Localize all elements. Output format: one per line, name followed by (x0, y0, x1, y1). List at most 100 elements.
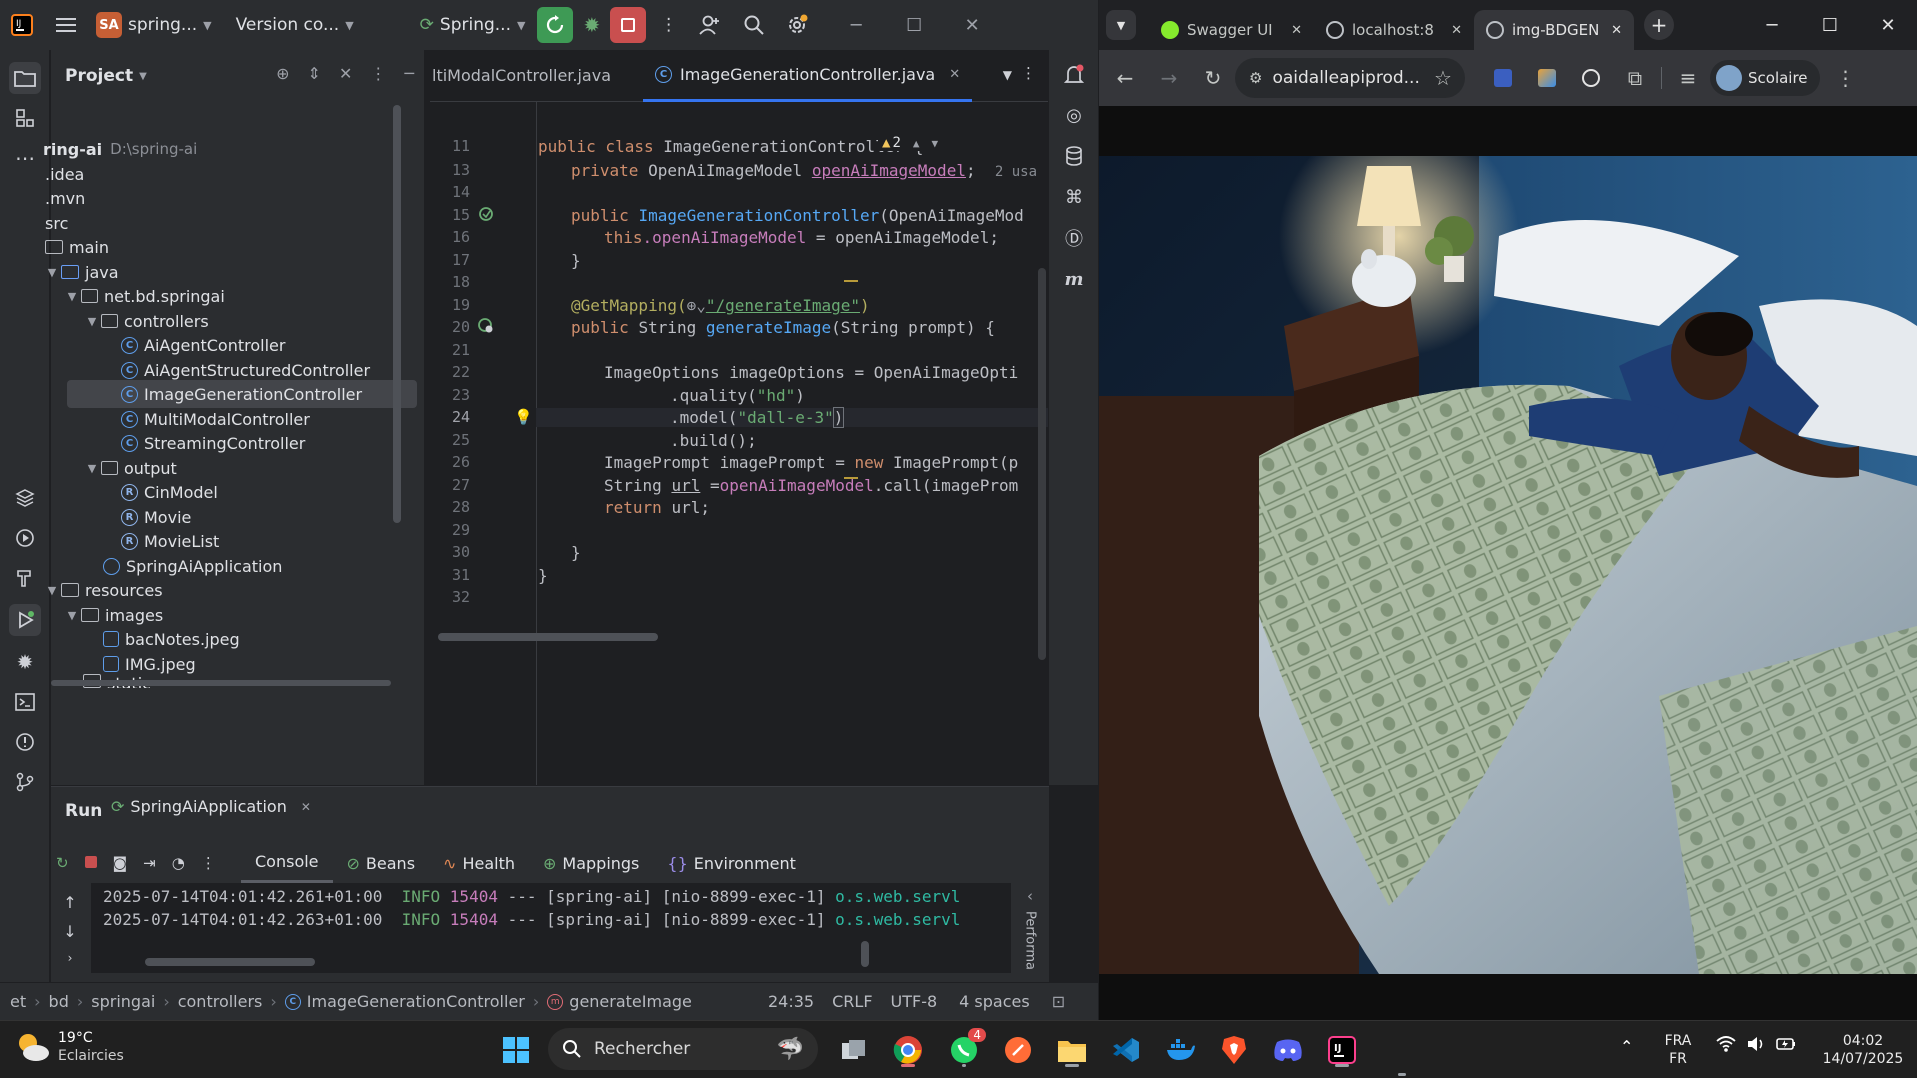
more-options-icon[interactable]: ⋮ (201, 854, 216, 872)
debug-button[interactable]: ✹ (577, 0, 606, 50)
generated-image[interactable] (1099, 156, 1917, 974)
d-plugin-icon[interactable]: Ⓓ (1059, 223, 1089, 253)
chevron-right-icon[interactable]: › (68, 951, 73, 965)
close-button[interactable]: ✕ (1859, 0, 1917, 50)
problems-tool-icon[interactable] (9, 726, 41, 758)
extension-colorful-icon[interactable] (1525, 56, 1569, 100)
project-scrollbar[interactable] (393, 105, 401, 523)
tab-options-icon[interactable]: ⋮ (1021, 64, 1036, 82)
structure-tool-icon[interactable] (9, 102, 41, 134)
spring-bean-gutter-icon[interactable] (478, 206, 494, 222)
notifications-bell-icon[interactable] (1059, 60, 1089, 90)
tree-item-record[interactable]: R MovieList (121, 527, 219, 555)
line-separator[interactable]: CRLF (832, 992, 872, 1011)
discord-taskbar-icon[interactable] (1268, 1030, 1308, 1070)
intellij-logo-icon[interactable]: IJ (0, 0, 44, 50)
stop-button[interactable] (606, 0, 650, 50)
close-tab-icon[interactable]: ✕ (1451, 23, 1462, 38)
postman-taskbar-icon[interactable] (998, 1030, 1038, 1070)
minimize-button[interactable]: ─ (827, 0, 885, 50)
warning-marker[interactable] (844, 280, 858, 282)
media-queue-icon[interactable]: ≡ (1666, 56, 1710, 100)
tree-item-image-file[interactable]: bacNotes.jpeg (103, 625, 240, 653)
tree-item-root[interactable]: ring-ai D:\spring-ai (43, 135, 197, 163)
chevron-down-icon[interactable]: ▼ (83, 462, 101, 475)
run-tab-spring-ai-application[interactable]: ⟳ SpringAiApplication ✕ (111, 797, 311, 816)
project-tool-icon[interactable] (9, 62, 41, 94)
scroll-down-arrow-icon[interactable]: ↓ (63, 922, 76, 941)
breadcrumb-item[interactable]: et (10, 992, 26, 1011)
hide-panel-icon[interactable]: ─ (404, 64, 414, 83)
breadcrumb-item[interactable]: springai (91, 992, 155, 1011)
back-arrow-icon[interactable]: ← (1103, 56, 1147, 100)
rerun-button[interactable] (533, 0, 577, 50)
tab-environment[interactable]: {} Environment (653, 843, 810, 883)
m-plugin-icon[interactable]: m (1059, 264, 1089, 294)
services-tool-icon[interactable] (9, 522, 41, 554)
more-tools-icon[interactable]: ⋯ (9, 142, 41, 174)
scroll-up-arrow-icon[interactable]: ↑ (63, 893, 76, 912)
chevron-down-icon[interactable]: ▼ (83, 315, 101, 328)
file-encoding[interactable]: UTF-8 (891, 992, 938, 1011)
console-vertical-scrollbar[interactable] (861, 941, 869, 967)
performance-side-tab[interactable]: ‹ Performa (1011, 883, 1049, 983)
unlock-icon[interactable]: ⊡ (1052, 992, 1065, 1011)
database-icon[interactable] (1059, 141, 1089, 171)
chrome-taskbar-icon[interactable] (888, 1030, 928, 1070)
close-tab-icon[interactable]: ✕ (1611, 23, 1622, 38)
debug-tool-icon[interactable]: ✹ (9, 646, 41, 678)
breadcrumb-item[interactable]: bd (49, 992, 69, 1011)
profile-button[interactable]: Scolaire (1710, 60, 1820, 96)
settings-gear-icon[interactable] (775, 0, 819, 50)
console-horizontal-scrollbar[interactable] (145, 958, 315, 966)
close-button[interactable]: ✕ (943, 0, 1001, 50)
run-tool-icon[interactable] (9, 604, 41, 636)
windows-start-icon[interactable] (496, 1030, 536, 1070)
clock[interactable]: 04:02 14/07/2025 (1818, 1032, 1908, 1068)
whatsapp-taskbar-icon[interactable]: 4 (944, 1028, 986, 1070)
layers-tool-icon[interactable] (9, 482, 41, 514)
file-explorer-taskbar-icon[interactable] (1052, 1030, 1092, 1070)
tab-list-chevron-icon[interactable]: ▼ (1003, 68, 1012, 82)
main-menu-icon[interactable] (44, 0, 88, 50)
extensions-puzzle-icon[interactable]: ⧉ (1613, 56, 1657, 100)
reload-icon[interactable]: ↻ (1191, 56, 1235, 100)
tree-item-resources[interactable]: ▼ resources (43, 576, 163, 604)
tree-item-class-selected[interactable]: C ImageGenerationController (67, 380, 417, 408)
brave-taskbar-icon[interactable] (1214, 1030, 1254, 1070)
language-indicator[interactable]: FRA FR (1656, 1032, 1700, 1068)
browser-tab-localhost[interactable]: localhost:8 ✕ (1314, 10, 1474, 50)
system-tray-icons[interactable] (1716, 1035, 1796, 1053)
tree-item-package[interactable]: ▼ net.bd.springai (63, 282, 225, 310)
docker-taskbar-icon[interactable] (1160, 1030, 1200, 1070)
minimize-button[interactable]: ─ (1743, 0, 1801, 50)
maximize-button[interactable]: ☐ (1801, 0, 1859, 50)
extension-blue-icon[interactable] (1481, 56, 1525, 100)
options-icon[interactable]: ⋮ (370, 64, 386, 83)
editor-horizontal-scrollbar[interactable] (438, 633, 658, 641)
python-icon[interactable]: ⌘ (1059, 182, 1089, 212)
bookmark-star-icon[interactable]: ☆ (1421, 56, 1465, 100)
tab-beans[interactable]: ⊘ Beans (333, 843, 430, 883)
editor-vertical-scrollbar[interactable] (1038, 268, 1046, 660)
vscode-taskbar-icon[interactable] (1106, 1030, 1146, 1070)
code-content[interactable]: public class ImageGenerationController {… (536, 102, 1048, 785)
warning-marker[interactable] (844, 477, 858, 479)
breadcrumb-item[interactable]: generateImage (569, 992, 692, 1011)
chevron-down-icon[interactable]: ▼ (43, 266, 61, 279)
close-tab-icon[interactable]: ✕ (301, 800, 311, 814)
add-user-icon[interactable] (687, 0, 733, 50)
task-view-icon[interactable] (834, 1030, 874, 1070)
browser-tab-swagger[interactable]: Swagger UI ✕ (1149, 10, 1314, 50)
tab-multimodal-controller[interactable]: ltiModalController.java (430, 50, 623, 102)
endpoint-gutter-icon[interactable] (478, 318, 494, 334)
terminal-tool-icon[interactable] (9, 686, 41, 718)
site-info-icon[interactable]: ⚙ (1249, 69, 1262, 87)
gauge-icon[interactable]: ◔ (172, 854, 185, 872)
tab-mappings[interactable]: ⊕ Mappings (529, 843, 653, 883)
tree-item-class[interactable]: C AiAgentController (121, 331, 285, 359)
search-icon[interactable] (733, 0, 775, 50)
weather-widget[interactable]: 19°C Eclaircies (14, 1029, 124, 1065)
show-hidden-icons-chevron[interactable]: ⌃ (1620, 1037, 1633, 1056)
project-horizontal-scrollbar[interactable] (51, 680, 391, 686)
